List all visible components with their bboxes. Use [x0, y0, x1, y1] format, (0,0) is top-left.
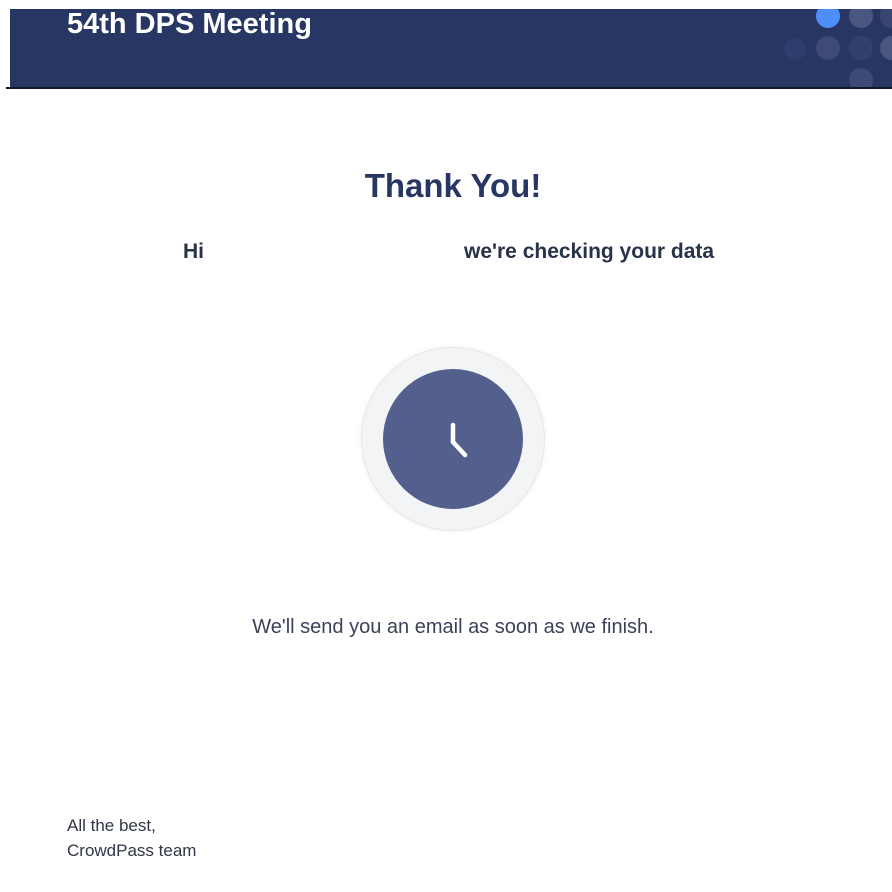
greeting-prefix: Hi	[183, 240, 204, 263]
clock-circle	[383, 369, 523, 509]
greeting-message: we're checking your data	[464, 240, 715, 263]
page-title: 54th DPS Meeting	[67, 9, 312, 40]
header-banner: 54th DPS Meeting	[10, 9, 892, 87]
signoff: All the best, CrowdPass team	[67, 813, 196, 863]
clock-icon	[450, 422, 468, 458]
header-divider	[6, 87, 892, 89]
email-notice: We'll send you an email as soon as we fi…	[252, 616, 654, 638]
signoff-team: CrowdPass team	[67, 841, 197, 860]
confirmation-page: 54th DPS Meeting Thank You! Hi we're che…	[0, 0, 892, 892]
thank-you-heading: Thank You!	[364, 167, 542, 204]
signoff-line: All the best,	[67, 816, 156, 835]
clock-badge	[361, 347, 545, 531]
